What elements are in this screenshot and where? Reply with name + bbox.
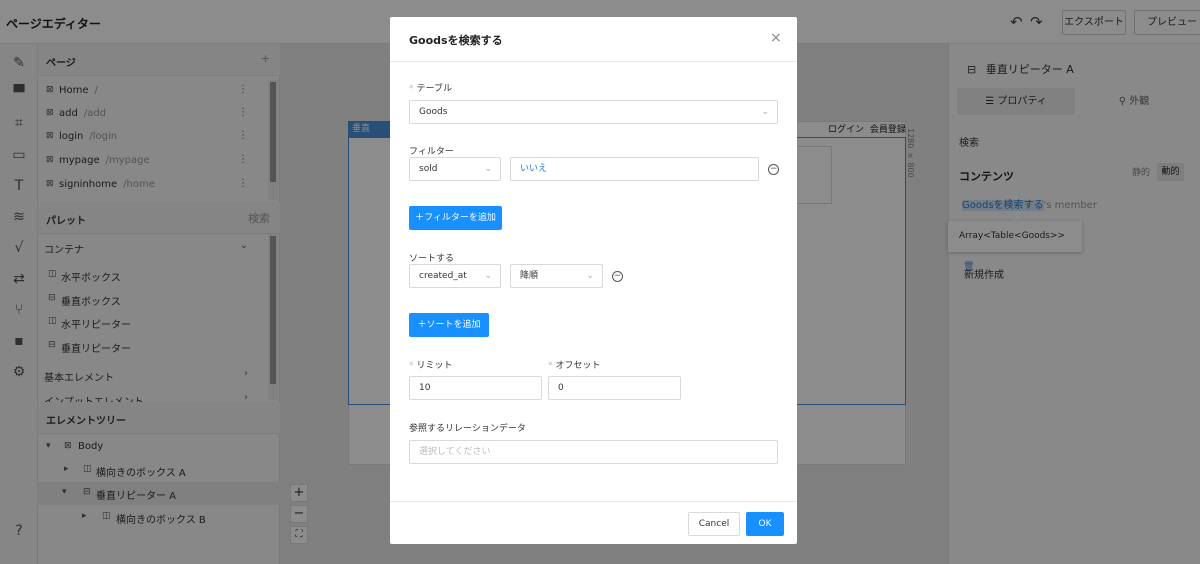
relation-select[interactable]: 選択してください — [409, 440, 778, 464]
remove-filter-icon[interactable]: − — [768, 164, 779, 175]
remove-sort-icon[interactable]: − — [612, 271, 623, 282]
dialog-title: Goodsを検索する — [409, 34, 503, 47]
filter-field-select[interactable]: sold ⌄ — [409, 157, 501, 181]
offset-input[interactable]: 0 — [548, 376, 681, 400]
chevron-down-icon: ⌄ — [484, 164, 492, 174]
limit-input[interactable]: 10 — [409, 376, 542, 400]
cancel-button[interactable]: Cancel — [688, 512, 740, 536]
chevron-down-icon: ⌄ — [761, 107, 769, 117]
limit-label: * リミット — [409, 361, 453, 371]
filter-value-input[interactable]: いいえ — [510, 157, 759, 181]
offset-label: * オフセット — [548, 361, 601, 371]
add-sort-button[interactable]: ＋ソートを追加 — [409, 313, 489, 337]
filter-label: フィルター — [409, 147, 454, 157]
add-filter-button[interactable]: ＋フィルターを追加 — [409, 206, 502, 230]
sort-label: ソートする — [409, 254, 455, 264]
header-divider — [390, 61, 797, 62]
sort-order-select[interactable]: 降順 ⌄ — [510, 264, 603, 288]
chevron-down-icon: ⌄ — [586, 271, 594, 281]
search-goods-dialog: Goodsを検索する × * テーブル Goods ⌄ フィルター sold ⌄ … — [390, 17, 797, 544]
close-icon[interactable]: × — [770, 30, 782, 46]
relation-label: 参照するリレーションデータ — [409, 424, 526, 434]
chevron-down-icon: ⌄ — [484, 271, 492, 281]
ok-button[interactable]: OK — [746, 512, 784, 536]
table-label: * テーブル — [409, 84, 452, 94]
sort-field-select[interactable]: created_at ⌄ — [409, 264, 501, 288]
table-select[interactable]: Goods ⌄ — [409, 100, 778, 124]
footer-divider — [390, 501, 797, 502]
